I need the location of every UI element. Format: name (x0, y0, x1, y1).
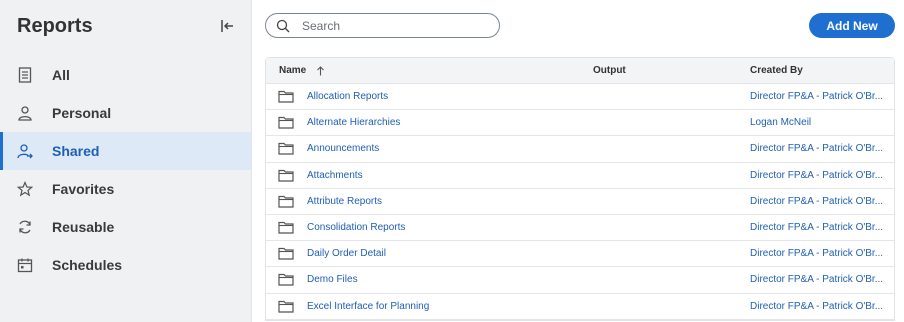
report-folder-link[interactable]: Attachments (307, 170, 363, 181)
folder-icon (278, 247, 296, 261)
shared-person-icon (16, 142, 34, 160)
search-box[interactable] (265, 13, 500, 38)
reports-app: Reports All Personal Shared Favorites Re… (0, 0, 904, 322)
table-row[interactable]: Demo Files Director FP&A - Patrick O'Br..… (266, 267, 894, 294)
cell-name: Allocation Reports (266, 90, 580, 104)
cell-created-by[interactable]: Director FP&A - Patrick O'Br... (737, 143, 894, 154)
report-folder-link[interactable]: Daily Order Detail (307, 248, 386, 259)
sidebar-item-label: Personal (52, 105, 112, 121)
cell-name: Daily Order Detail (266, 247, 580, 261)
cell-created-by[interactable]: Director FP&A - Patrick O'Br... (737, 196, 894, 207)
sidebar-nav: All Personal Shared Favorites Reusable S… (0, 56, 251, 284)
cell-created-by[interactable]: Director FP&A - Patrick O'Br... (737, 222, 894, 233)
folder-icon (278, 116, 296, 130)
table-row[interactable]: Alternate Hierarchies Logan McNeil (266, 110, 894, 137)
sidebar-item-label: Schedules (52, 257, 123, 273)
table-body: Allocation Reports Director FP&A - Patric… (266, 84, 894, 320)
table-row[interactable]: Consolidation Reports Director FP&A - Pat… (266, 215, 894, 242)
folder-icon (278, 221, 296, 235)
toolbar: Add New (252, 0, 904, 52)
sidebar-item-favorites[interactable]: Favorites (0, 170, 251, 208)
table-row[interactable]: Excel Interface for Planning Director FP&… (266, 294, 894, 320)
report-folder-link[interactable]: Alternate Hierarchies (307, 117, 400, 128)
sort-ascending-icon[interactable] (316, 65, 325, 76)
cell-name: Excel Interface for Planning (266, 299, 580, 313)
cell-name: Demo Files (266, 273, 580, 287)
sidebar-item-label: Reusable (52, 219, 115, 235)
table-row[interactable]: Attachments Director FP&A - Patrick O'Br.… (266, 163, 894, 189)
sidebar-item-schedules[interactable]: Schedules (0, 246, 251, 284)
cell-created-by[interactable]: Director FP&A - Patrick O'Br... (737, 170, 894, 181)
folder-icon (278, 142, 296, 156)
main-content: Add New Name Output Created By Allocatio… (252, 0, 904, 322)
report-folder-link[interactable]: Excel Interface for Planning (307, 301, 429, 312)
sidebar-item-shared[interactable]: Shared (0, 132, 251, 170)
table-row[interactable]: Allocation Reports Director FP&A - Patric… (266, 84, 894, 111)
report-folder-link[interactable]: Announcements (307, 143, 379, 154)
sidebar-item-reusable[interactable]: Reusable (0, 208, 251, 246)
folder-icon (278, 194, 296, 208)
table-row[interactable]: Daily Order Detail Director FP&A - Patric… (266, 241, 894, 268)
sidebar-title: Reports (17, 14, 93, 37)
column-header-output[interactable]: Output (580, 65, 737, 76)
table-row[interactable]: Announcements Director FP&A - Patrick O'B… (266, 136, 894, 163)
folder-icon (278, 273, 296, 287)
sidebar: Reports All Personal Shared Favorites Re… (0, 0, 252, 322)
calendar-icon (16, 256, 34, 274)
cell-created-by[interactable]: Director FP&A - Patrick O'Br... (737, 301, 894, 312)
report-folder-link[interactable]: Attribute Reports (307, 196, 382, 207)
cell-name: Alternate Hierarchies (266, 116, 580, 130)
column-header-created-by[interactable]: Created By (737, 65, 894, 76)
column-header-label: Name (279, 65, 307, 76)
sidebar-item-label: Shared (52, 143, 100, 159)
report-folder-link[interactable]: Demo Files (307, 274, 358, 285)
cell-created-by[interactable]: Logan McNeil (737, 117, 894, 128)
sidebar-item-label: All (52, 67, 70, 83)
search-icon (276, 19, 290, 33)
cell-created-by[interactable]: Director FP&A - Patrick O'Br... (737, 274, 894, 285)
cell-created-by[interactable]: Director FP&A - Patrick O'Br... (737, 91, 894, 102)
cell-name: Announcements (266, 142, 580, 156)
report-folder-link[interactable]: Consolidation Reports (307, 222, 405, 233)
sidebar-item-all[interactable]: All (0, 56, 251, 94)
folder-icon (278, 299, 296, 313)
add-new-button[interactable]: Add New (809, 13, 895, 38)
table-row[interactable]: Attribute Reports Director FP&A - Patrick… (266, 189, 894, 215)
cell-name: Consolidation Reports (266, 221, 580, 235)
reports-table: Name Output Created By Allocation Report… (265, 57, 895, 321)
refresh-icon (16, 218, 34, 236)
report-folder-link[interactable]: Allocation Reports (307, 91, 388, 102)
folder-icon (278, 168, 296, 182)
table-header: Name Output Created By (266, 58, 894, 84)
sidebar-header: Reports (0, 0, 251, 52)
person-icon (16, 104, 34, 122)
cell-name: Attribute Reports (266, 194, 580, 208)
sidebar-item-personal[interactable]: Personal (0, 94, 251, 132)
sidebar-item-label: Favorites (52, 181, 115, 197)
column-header-name[interactable]: Name (266, 65, 580, 76)
cell-name: Attachments (266, 168, 580, 182)
collapse-sidebar-icon[interactable] (217, 16, 237, 36)
document-icon (16, 66, 34, 84)
folder-icon (278, 90, 296, 104)
star-icon (16, 180, 34, 198)
cell-created-by[interactable]: Director FP&A - Patrick O'Br... (737, 248, 894, 259)
search-input[interactable] (302, 18, 482, 33)
